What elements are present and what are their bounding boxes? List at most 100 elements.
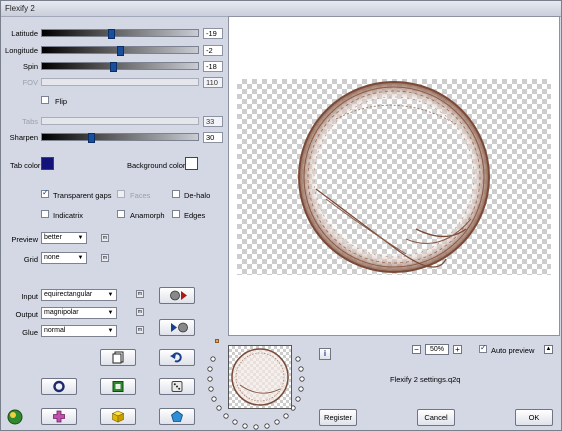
glue-select[interactable]: normal ▼ <box>41 325 117 337</box>
info-icon[interactable]: i <box>319 348 331 360</box>
circle-shape-button[interactable] <box>41 378 77 395</box>
sharpen-label: Sharpen <box>9 133 38 142</box>
flexify-window: Flexify 2 Latitude -19 Longitude -2 Spin… <box>0 0 562 431</box>
de-halo-label: De-halo <box>184 191 211 200</box>
swap-output-button[interactable] <box>159 319 195 336</box>
register-button[interactable]: Register <box>319 409 357 426</box>
cube-shape-button[interactable] <box>100 408 136 425</box>
transparent-gaps-checkbox[interactable] <box>41 188 49 198</box>
map-to-globe-icon <box>171 322 188 333</box>
output-menu-icon[interactable]: m <box>136 308 144 316</box>
indicatrix-checkbox[interactable] <box>41 210 49 218</box>
preview-quality-menu-icon[interactable]: m <box>101 234 109 242</box>
pentagon-icon <box>171 410 183 422</box>
auto-preview-checkbox[interactable] <box>479 343 487 353</box>
preview-quality-value: better <box>44 234 62 241</box>
glue-label: Glue <box>22 328 38 337</box>
preview-quality-label: Preview <box>11 235 38 244</box>
flip-checkbox[interactable] <box>41 96 49 104</box>
ring-icon <box>53 380 65 393</box>
anamorph-checkbox[interactable] <box>117 210 125 218</box>
background-color-swatch[interactable] <box>185 157 198 170</box>
longitude-slider-thumb[interactable] <box>117 46 124 56</box>
thumbnail-globe-image <box>231 348 289 406</box>
faces-label: Faces <box>130 191 151 200</box>
latitude-slider[interactable] <box>41 29 199 39</box>
input-label: Input <box>21 292 38 301</box>
chevron-down-icon: ▼ <box>77 255 84 261</box>
flexified-globe-image <box>298 81 490 273</box>
tabs-value: 33 <box>203 116 223 127</box>
longitude-slider[interactable] <box>41 46 199 56</box>
dice-icon <box>171 381 183 392</box>
grid-value: none <box>44 254 60 261</box>
cancel-button[interactable]: Cancel <box>417 409 455 426</box>
latitude-slider-thumb[interactable] <box>108 29 115 39</box>
longitude-label: Longitude <box>5 46 38 55</box>
fov-label: FOV <box>22 78 38 87</box>
expand-up-icon[interactable]: ▲ <box>544 345 553 354</box>
grid-select[interactable]: none ▼ <box>41 252 87 264</box>
de-halo-checkbox[interactable] <box>172 190 180 198</box>
edges-label: Edges <box>184 211 206 220</box>
input-menu-icon[interactable]: m <box>136 290 144 298</box>
faces-checkbox <box>117 190 125 198</box>
output-label: Output <box>15 310 38 319</box>
background-color-label: Background color <box>127 161 186 170</box>
input-value: equirectangular <box>44 291 93 298</box>
swap-input-button[interactable] <box>159 287 195 304</box>
undo-icon <box>170 352 182 363</box>
square-shape-button[interactable] <box>100 378 136 395</box>
random-button[interactable] <box>159 378 195 395</box>
main-preview-area[interactable] <box>228 16 560 336</box>
tabs-label: Tabs <box>22 117 38 126</box>
title-bar: Flexify 2 <box>1 1 561 17</box>
tab-color-swatch[interactable] <box>41 157 54 170</box>
auto-preview-label: Auto preview <box>491 346 535 355</box>
zoom-level[interactable]: 50% <box>425 344 449 355</box>
tab-color-label: Tab color <box>10 161 41 170</box>
pentagon-shape-button[interactable] <box>159 408 195 425</box>
chevron-down-icon: ▼ <box>107 328 114 334</box>
undo-button[interactable] <box>159 349 195 366</box>
ok-button[interactable]: OK <box>515 409 553 426</box>
glue-menu-icon[interactable]: m <box>136 326 144 334</box>
spin-label: Spin <box>22 62 38 71</box>
spin-slider-thumb[interactable] <box>110 62 117 72</box>
flip-label: Flip <box>55 97 68 106</box>
cross-shape-button[interactable] <box>41 408 77 425</box>
output-value: magnipolar <box>44 309 79 316</box>
copy-button[interactable] <box>100 349 136 366</box>
longitude-value[interactable]: -2 <box>203 45 223 56</box>
navigator-thumbnail[interactable] <box>228 345 292 409</box>
zoom-out-button[interactable]: − <box>412 345 421 354</box>
grid-label: Grid <box>23 255 38 264</box>
sharpen-slider[interactable] <box>41 133 199 143</box>
anamorph-label: Anamorph <box>130 211 165 220</box>
edges-checkbox[interactable] <box>172 210 180 218</box>
settings-filename: Flexify 2 settings.q2q <box>390 375 461 384</box>
logo-icon <box>7 409 23 425</box>
transparent-gaps-label: Transparent gaps <box>53 191 112 200</box>
glue-value: normal <box>44 327 66 334</box>
latitude-value[interactable]: -19 <box>203 28 223 39</box>
chevron-down-icon: ▼ <box>107 310 114 316</box>
fov-value: 110 <box>203 77 223 88</box>
plus-shape-icon <box>53 410 65 423</box>
sharpen-slider-thumb[interactable] <box>88 133 95 143</box>
latitude-label: Latitude <box>11 29 38 38</box>
spin-slider[interactable] <box>41 62 199 72</box>
square-icon <box>112 381 124 392</box>
zoom-in-button[interactable]: + <box>453 345 462 354</box>
input-select[interactable]: equirectangular ▼ <box>41 289 117 301</box>
window-title: Flexify 2 <box>5 4 35 13</box>
indicatrix-label: Indicatrix <box>53 211 84 220</box>
preview-quality-select[interactable]: better ▼ <box>41 232 87 244</box>
grid-menu-icon[interactable]: m <box>101 254 109 262</box>
spin-value[interactable]: -18 <box>203 61 223 72</box>
chevron-down-icon: ▼ <box>107 292 114 298</box>
chevron-down-icon: ▼ <box>77 235 84 241</box>
output-select[interactable]: magnipolar ▼ <box>41 307 117 319</box>
tabs-slider <box>41 117 199 125</box>
sharpen-value[interactable]: 30 <box>203 132 223 143</box>
